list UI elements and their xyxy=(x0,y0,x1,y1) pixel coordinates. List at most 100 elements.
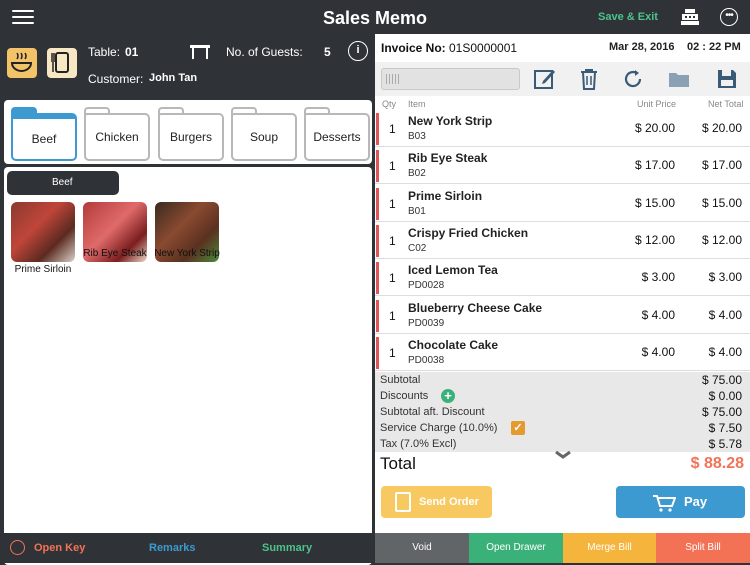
table-label: Table: xyxy=(88,45,121,59)
delete-icon[interactable] xyxy=(577,67,601,91)
invoice-toolbar xyxy=(375,62,750,96)
row-item-code: B01 xyxy=(408,205,426,217)
row-item-name: Prime Sirloin xyxy=(408,188,483,203)
subtotal-label: Subtotal xyxy=(380,374,421,386)
invoice-row[interactable]: 1 New York Strip B03 $ 20.00 $ 20.00 xyxy=(375,110,750,147)
col-net-total: Net Total xyxy=(708,99,744,109)
row-marker xyxy=(376,224,379,257)
barcode-input[interactable] xyxy=(381,68,520,90)
product-grid: Beef Prime Sirloin Rib Eye Steak New Yor… xyxy=(4,167,372,565)
row-item-code: B03 xyxy=(408,131,426,142)
void-button[interactable]: Void xyxy=(375,533,469,563)
merge-bill-button[interactable]: Merge Bill xyxy=(563,533,656,563)
info-icon[interactable]: i xyxy=(348,41,368,61)
takeaway-icon[interactable] xyxy=(46,47,78,79)
invoice-row[interactable]: 1 Prime Sirloin B01 $ 15.00 $ 15.00 xyxy=(375,185,750,222)
row-unit-price: $ 4.00 xyxy=(641,307,675,322)
row-unit-price: $ 20.00 xyxy=(634,121,675,135)
row-qty: 1 xyxy=(389,233,396,248)
invoice-number: 01S0000001 xyxy=(449,41,518,55)
row-marker xyxy=(376,299,379,332)
table-value: 01 xyxy=(125,45,139,59)
row-marker xyxy=(376,336,379,369)
col-qty: Qty xyxy=(382,99,397,109)
add-discount-button[interactable]: + xyxy=(441,389,455,403)
row-marker xyxy=(376,150,379,183)
subtotal-after-label: Subtotal aft. Discount xyxy=(380,406,485,418)
invoice-row[interactable]: 1 Rib Eye Steak B02 $ 17.00 $ 17.00 xyxy=(375,147,750,185)
product-new-york-strip[interactable]: New York Strip xyxy=(154,202,220,262)
edit-icon[interactable] xyxy=(533,67,557,91)
guests-value: 5 xyxy=(324,45,331,59)
category-beef[interactable]: Beef xyxy=(11,107,77,161)
tax-label: Tax (7.0% Excl) xyxy=(380,438,457,450)
row-unit-price: $ 3.00 xyxy=(641,270,675,285)
row-unit-price: $ 4.00 xyxy=(641,344,675,359)
subtotal-after-value: $ 75.00 xyxy=(701,405,742,419)
save-exit-button[interactable]: Save & Exit xyxy=(598,11,658,23)
invoice-time: 02 : 22 PM xyxy=(687,41,741,53)
category-soup[interactable]: Soup xyxy=(231,107,297,161)
category-bar: Beef Chicken Burgers Soup Desserts xyxy=(4,100,372,164)
row-item-name: Iced Lemon Tea xyxy=(408,263,498,278)
service-charge-checkbox[interactable]: ✓ xyxy=(511,421,525,435)
row-unit-price: $ 12.00 xyxy=(634,232,675,247)
split-bill-button[interactable]: Split Bill xyxy=(656,533,750,563)
category-desserts[interactable]: Desserts xyxy=(304,107,370,161)
row-net-total: $ 3.00 xyxy=(708,270,742,285)
cash-register-icon[interactable] xyxy=(680,8,700,26)
total-value: $ 88.28 xyxy=(690,455,744,472)
discounts-label: Discounts xyxy=(380,390,429,402)
left-panel: Table: 01 No. of Guests: 5 i Customer: J… xyxy=(0,34,375,565)
product-rib-eye-steak[interactable]: Rib Eye Steak xyxy=(82,202,148,262)
left-bottom-bar: Open Key Remarks Summary xyxy=(0,533,375,563)
invoice-row[interactable]: 1 Iced Lemon Tea PD0028 $ 3.00 $ 3.00 xyxy=(375,259,750,297)
table-icon xyxy=(190,45,210,59)
row-marker xyxy=(376,187,379,220)
col-item: Item xyxy=(408,99,426,109)
tax-value: $ 5.78 xyxy=(708,437,742,451)
folder-icon[interactable] xyxy=(667,67,691,91)
product-prime-sirloin[interactable]: Prime Sirloin xyxy=(10,202,76,276)
summary-button[interactable]: Summary xyxy=(262,542,312,554)
row-qty: 1 xyxy=(389,308,396,323)
col-unit-price: Unit Price xyxy=(637,99,677,109)
row-qty: 1 xyxy=(389,122,396,136)
dine-in-icon[interactable] xyxy=(6,47,38,79)
open-key-button[interactable]: Open Key xyxy=(34,542,85,554)
row-unit-price: $ 15.00 xyxy=(634,195,675,210)
row-net-total: $ 17.00 xyxy=(701,158,742,173)
barcode-icon xyxy=(386,74,400,84)
send-order-button[interactable]: Send Order xyxy=(381,486,492,518)
invoice-row[interactable]: 1 Crispy Fried Chicken C02 $ 12.00 $ 12.00 xyxy=(375,222,750,259)
invoice-label: Invoice No: xyxy=(381,41,446,55)
clipboard-icon xyxy=(395,492,411,512)
invoice-row[interactable]: 1 Blueberry Cheese Cake PD0039 $ 4.00 $ 4.00 xyxy=(375,297,750,334)
cart-icon xyxy=(653,495,676,512)
row-marker xyxy=(376,262,379,295)
save-icon[interactable] xyxy=(715,67,739,91)
row-qty: 1 xyxy=(389,345,396,360)
top-bar: Sales Memo Save & Exit ••• xyxy=(0,0,750,34)
open-drawer-button[interactable]: Open Drawer xyxy=(469,533,563,563)
row-item-code: PD0028 xyxy=(408,280,445,292)
row-net-total: $ 12.00 xyxy=(701,232,742,247)
row-item-name: Crispy Fried Chicken xyxy=(408,225,529,240)
remarks-button[interactable]: Remarks xyxy=(149,542,195,554)
category-burgers[interactable]: Burgers xyxy=(158,107,224,161)
chevron-down-icon[interactable] xyxy=(555,450,571,460)
row-net-total: $ 15.00 xyxy=(701,195,742,210)
selected-category-pill: Beef xyxy=(7,171,119,195)
row-item-code: PD0039 xyxy=(408,317,445,329)
more-options-icon[interactable]: ••• xyxy=(720,8,738,26)
refresh-icon[interactable] xyxy=(621,67,645,91)
row-item-code: PD0038 xyxy=(408,354,445,366)
product-image xyxy=(11,202,75,262)
row-item-code: C02 xyxy=(408,242,427,254)
category-chicken[interactable]: Chicken xyxy=(84,107,150,161)
invoice-row[interactable]: 1 Chocolate Cake PD0038 $ 4.00 $ 4.00 xyxy=(375,334,750,371)
key-icon xyxy=(10,540,25,555)
row-qty: 1 xyxy=(389,196,396,211)
pay-button[interactable]: Pay xyxy=(616,486,745,518)
customer-value[interactable]: John Tan xyxy=(149,72,197,84)
